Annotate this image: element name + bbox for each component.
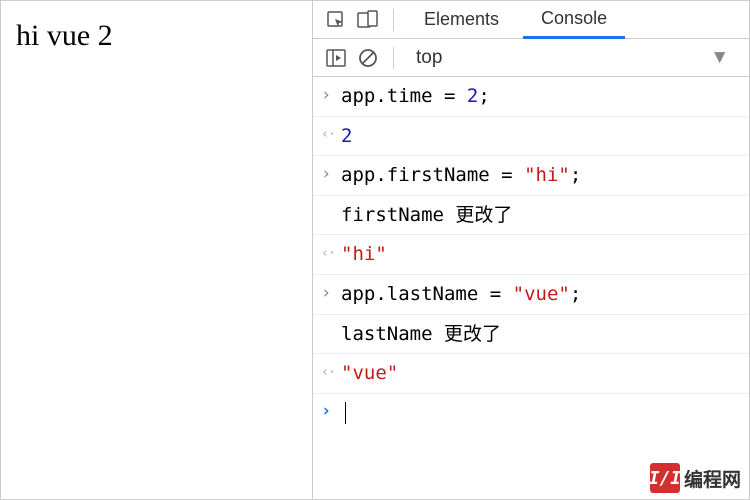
watermark-text: 编程网 [684, 465, 741, 492]
tab-elements-label: Elements [424, 9, 499, 30]
context-selector[interactable]: top ▼ [406, 47, 739, 69]
page-content: hi vue 2 [1, 1, 313, 499]
page-text: hi vue 2 [16, 19, 113, 52]
console-row: lastName 更改了 [313, 315, 749, 355]
output-marker-icon [321, 241, 341, 266]
tab-console[interactable]: Console [523, 1, 625, 39]
divider [393, 47, 394, 69]
console-row-text: app.firstName = "hi"; [341, 162, 739, 189]
inspect-icon[interactable] [323, 7, 349, 33]
console-log[interactable]: app.time = 2; 2 app.firstName = "hi"; first… [313, 77, 749, 499]
console-row-text: lastName 更改了 [341, 321, 739, 348]
console-prompt-row[interactable] [313, 394, 749, 433]
watermark: I/I 编程网 [650, 463, 741, 493]
log-marker-icon [321, 202, 341, 227]
input-marker-icon [321, 162, 341, 187]
console-row: app.lastName = "vue"; [313, 275, 749, 315]
watermark-logo: I/I [650, 463, 680, 493]
console-row: "hi" [313, 235, 749, 275]
text-cursor [345, 402, 346, 424]
toggle-sidebar-icon[interactable] [323, 45, 349, 71]
console-row-text: app.lastName = "vue"; [341, 281, 739, 308]
devtools-tabs-row: Elements Console [313, 1, 749, 39]
console-row-text: "vue" [341, 360, 739, 387]
tab-console-label: Console [541, 8, 607, 29]
log-marker-icon [321, 321, 341, 346]
tab-elements[interactable]: Elements [406, 1, 517, 39]
output-marker-icon [321, 123, 341, 148]
console-row-text: "hi" [341, 241, 739, 268]
input-marker-icon [321, 83, 341, 108]
console-row-text: app.time = 2; [341, 83, 739, 110]
console-row: firstName 更改了 [313, 196, 749, 236]
prompt-marker-icon [321, 400, 341, 425]
console-row: 2 [313, 117, 749, 157]
console-toolbar: top ▼ [313, 39, 749, 77]
console-input[interactable] [341, 400, 739, 427]
divider [393, 9, 394, 31]
chevron-down-icon: ▼ [710, 47, 729, 69]
console-row-text: 2 [341, 123, 739, 150]
console-row: app.firstName = "hi"; [313, 156, 749, 196]
device-toggle-icon[interactable] [355, 7, 381, 33]
output-marker-icon [321, 360, 341, 385]
console-row: app.time = 2; [313, 77, 749, 117]
devtools-panel: Elements Console top ▼ app.time = 2;2app… [313, 1, 749, 499]
console-row-text: firstName 更改了 [341, 202, 739, 229]
context-label: top [416, 47, 442, 69]
input-marker-icon [321, 281, 341, 306]
clear-console-icon[interactable] [355, 45, 381, 71]
console-row: "vue" [313, 354, 749, 394]
